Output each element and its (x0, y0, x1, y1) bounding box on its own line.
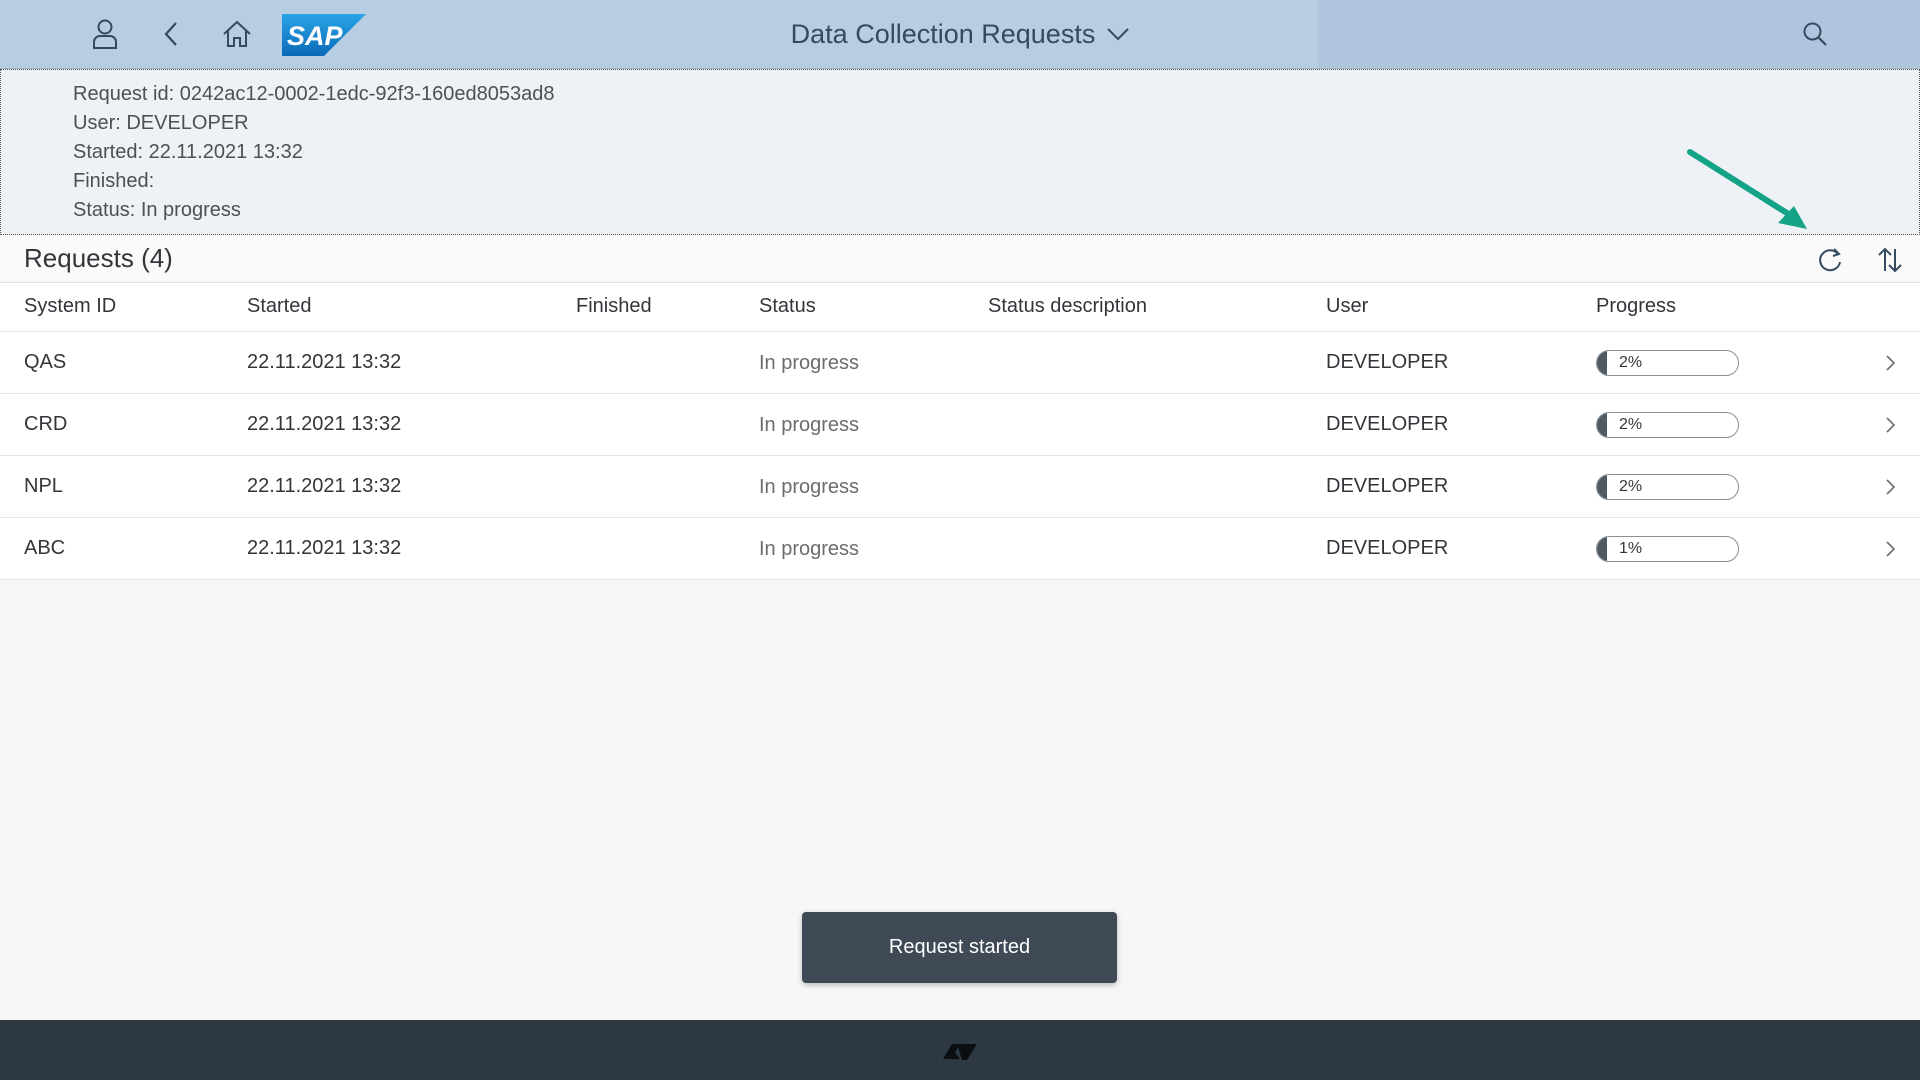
finished-text: Finished: (73, 170, 155, 192)
request-details-header: Request id: 0242ac12-0002-1edc-92f3-160e… (0, 69, 1920, 235)
cell-status: In progress (759, 476, 860, 498)
progress-indicator: 2% (1596, 474, 1739, 500)
column-status[interactable]: Status (759, 295, 816, 318)
cell-status: In progress (759, 352, 860, 374)
cell-user: DEVELOPER (1326, 537, 1449, 559)
home-button[interactable] (217, 14, 257, 54)
progress-indicator: 1% (1596, 536, 1739, 562)
column-status-description[interactable]: Status description (988, 295, 1147, 318)
chevron-right-icon (1886, 355, 1896, 371)
back-icon (164, 22, 177, 46)
cell-system-id: QAS (24, 351, 67, 373)
user-button[interactable] (85, 14, 125, 54)
user-icon (93, 19, 117, 49)
cell-started: 22.11.2021 13:32 (247, 537, 402, 559)
toast-message: Request started (888, 936, 1031, 958)
sap-logo[interactable]: SAP (282, 14, 366, 56)
status-text: Status: In progress (73, 199, 241, 221)
refresh-icon (1819, 248, 1841, 272)
table-title: Requests (4) (24, 243, 173, 273)
cell-user: DEVELOPER (1326, 351, 1449, 373)
progress-fill (1597, 475, 1607, 499)
app-title: Data Collection Requests (790, 18, 1096, 49)
column-finished[interactable]: Finished (576, 295, 652, 318)
progress-fill (1597, 413, 1607, 437)
shell-bar: SAP Data Collection Requests (0, 0, 1920, 69)
progress-indicator: 2% (1596, 350, 1739, 376)
progress-label: 2% (1619, 416, 1643, 433)
request-id-text: Request id: 0242ac12-0002-1edc-92f3-160e… (73, 83, 555, 105)
user-text: User: DEVELOPER (73, 112, 249, 134)
table-toolbar: Requests (4) (0, 235, 1920, 283)
cell-status: In progress (759, 538, 860, 560)
footer-bar (0, 1020, 1920, 1080)
cell-system-id: NPL (24, 475, 63, 497)
table-column-header: System ID Started Finished Status Status… (0, 283, 1920, 332)
cell-started: 22.11.2021 13:32 (247, 475, 402, 497)
progress-fill (1597, 537, 1607, 561)
progress-label: 2% (1619, 354, 1643, 371)
started-text: Started: 22.11.2021 13:32 (73, 141, 303, 163)
column-progress[interactable]: Progress (1596, 295, 1676, 318)
chevron-right-icon (1886, 541, 1896, 557)
progress-fill (1597, 351, 1607, 375)
cell-status: In progress (759, 414, 860, 436)
back-button[interactable] (152, 14, 192, 54)
progress-indicator: 2% (1596, 412, 1739, 438)
table-row[interactable]: NPL 22.11.2021 13:32 In progress DEVELOP… (0, 456, 1920, 518)
progress-label: 1% (1619, 540, 1643, 557)
annotation-arrow-icon (1687, 149, 1807, 229)
sort-icon (1878, 247, 1902, 273)
column-system-id[interactable]: System ID (24, 295, 116, 318)
message-toast: Request started (802, 912, 1117, 983)
chevron-right-icon (1886, 417, 1896, 433)
search-icon (1803, 22, 1827, 46)
home-icon (223, 20, 251, 47)
cell-user: DEVELOPER (1326, 413, 1449, 435)
table-row[interactable]: ABC 22.11.2021 13:32 In progress DEVELOP… (0, 518, 1920, 580)
chevron-down-icon (1107, 28, 1130, 41)
app-title-menu[interactable]: Data Collection Requests (791, 19, 1130, 50)
table-row[interactable]: CRD 22.11.2021 13:32 In progress DEVELOP… (0, 394, 1920, 456)
refresh-button[interactable] (1813, 243, 1847, 277)
cell-system-id: ABC (24, 537, 66, 559)
cell-started: 22.11.2021 13:32 (247, 413, 402, 435)
sort-button[interactable] (1873, 243, 1907, 277)
cell-system-id: CRD (24, 413, 68, 435)
brand-logo-icon (943, 1044, 977, 1060)
search-button[interactable] (1795, 14, 1835, 54)
table-row[interactable]: QAS 22.11.2021 13:32 In progress DEVELOP… (0, 332, 1920, 394)
column-started[interactable]: Started (247, 295, 311, 318)
cell-started: 22.11.2021 13:32 (247, 351, 402, 373)
column-user[interactable]: User (1326, 295, 1368, 318)
cell-user: DEVELOPER (1326, 475, 1449, 497)
progress-label: 2% (1619, 478, 1643, 495)
chevron-right-icon (1886, 479, 1896, 495)
svg-text:SAP: SAP (287, 21, 344, 51)
